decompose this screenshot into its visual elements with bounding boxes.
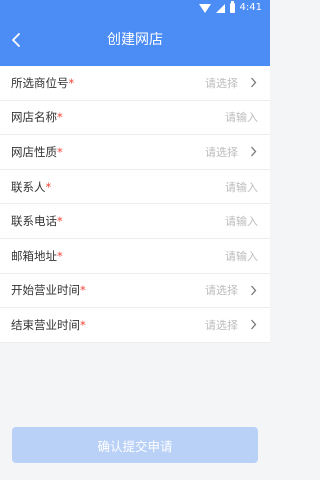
field-store-type[interactable]: 网店性质* 请选择 <box>0 135 270 170</box>
field-contact-person[interactable]: 联系人* 请输入 <box>0 170 270 205</box>
field-email[interactable]: 邮箱地址* 请输入 <box>0 239 270 274</box>
field-open-time[interactable]: 开始营业时间* 请选择 <box>0 274 270 309</box>
chevron-right-icon <box>248 319 258 331</box>
field-contact-phone[interactable]: 联系电话* 请输入 <box>0 204 270 239</box>
submit-button[interactable]: 确认提交申请 <box>12 427 258 463</box>
navbar: 创建网店 <box>0 20 270 60</box>
select-placeholder: 请选择 <box>205 145 238 159</box>
field-close-time[interactable]: 结束营业时间* 请选择 <box>0 308 270 343</box>
status-bar: 4:41 <box>0 0 270 18</box>
field-store-name[interactable]: 网店名称* 请输入 <box>0 101 270 136</box>
chevron-right-icon <box>248 77 258 89</box>
store-form: 所选商位号* 请选择 网店名称* 请输入 网店性质* 请选择 联系人* 请输入 … <box>0 66 270 343</box>
input-placeholder: 请输入 <box>225 111 258 125</box>
field-label: 结束营业时间* <box>11 317 86 332</box>
field-label: 联系人* <box>11 179 52 194</box>
battery-icon <box>229 1 235 13</box>
chevron-right-icon <box>248 146 258 158</box>
chevron-right-icon <box>248 284 258 296</box>
input-placeholder: 请输入 <box>225 249 258 263</box>
select-placeholder: 请选择 <box>205 318 238 332</box>
field-label: 开始营业时间* <box>11 283 86 298</box>
field-label: 邮箱地址* <box>11 248 63 263</box>
input-placeholder: 请输入 <box>225 180 258 194</box>
input-placeholder: 请输入 <box>225 215 258 229</box>
select-placeholder: 请选择 <box>205 76 238 90</box>
select-placeholder: 请选择 <box>205 284 238 298</box>
field-booth-number[interactable]: 所选商位号* 请选择 <box>0 66 270 101</box>
field-label: 联系电话* <box>11 214 63 229</box>
status-time: 4:41 <box>239 2 262 13</box>
field-label: 网店性质* <box>11 144 63 159</box>
signal-icon <box>215 3 225 13</box>
field-label: 网店名称* <box>11 110 63 125</box>
field-label: 所选商位号* <box>11 75 75 90</box>
app-header: 4:41 创建网店 <box>0 0 270 66</box>
page-title: 创建网店 <box>107 32 163 48</box>
wifi-icon <box>198 3 211 13</box>
status-icons: 4:41 <box>198 1 262 13</box>
